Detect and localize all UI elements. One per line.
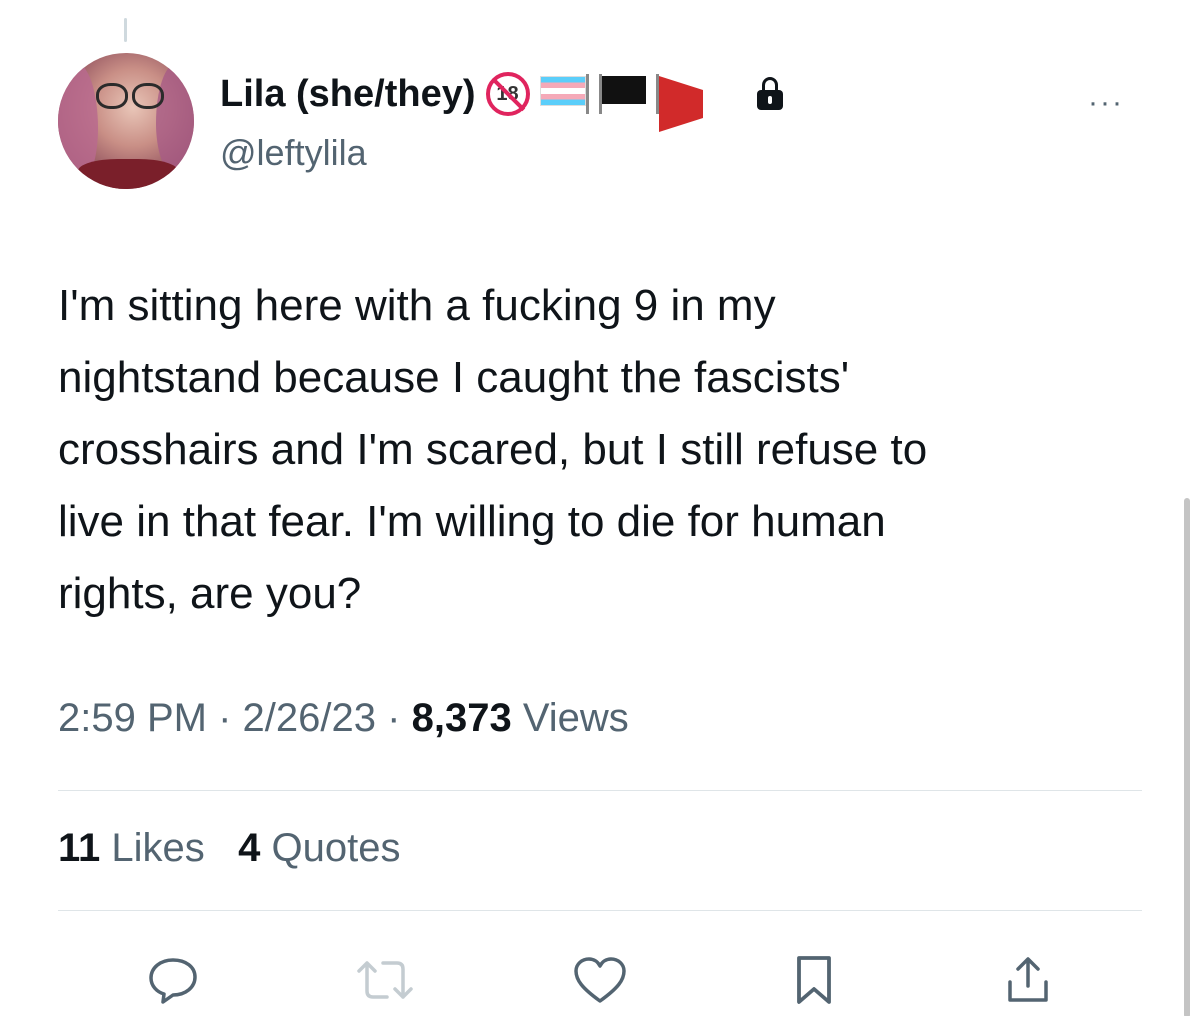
like-icon (574, 957, 626, 1003)
avatar-hair-right (156, 63, 194, 173)
tweet-time[interactable]: 2:59 PM (58, 696, 207, 740)
views-count: 8,373 (411, 696, 512, 740)
divider (58, 790, 1142, 791)
author-name-row[interactable]: Lila (she/they) 18 (220, 72, 783, 132)
likes-stat[interactable]: 11 Likes (58, 826, 216, 870)
retweet-icon (357, 961, 413, 999)
likes-count: 11 (58, 826, 101, 870)
transgender-flag-icon (539, 74, 589, 114)
author-display-name[interactable]: Lila (she/they) (220, 73, 476, 116)
tweet-date[interactable]: 2/26/23 (243, 696, 376, 740)
share-icon (1008, 957, 1048, 1002)
tweet-detail: Lila (she/they) 18 @leftylila ··· I'm si… (0, 0, 1200, 1016)
triangular-red-flag-icon (655, 74, 747, 132)
reply-icon (149, 958, 197, 1004)
thread-connector-line (124, 18, 127, 42)
engagement-stats: 11 Likes 4 Quotes (58, 826, 401, 871)
lock-icon (756, 77, 783, 111)
avatar[interactable] (58, 53, 194, 189)
tweet-metadata: 2:59 PM · 2/26/23 · 8,373 Views (58, 696, 629, 741)
divider (58, 910, 1142, 911)
more-options-icon[interactable]: ··· (1088, 86, 1124, 120)
retweet-button[interactable] (355, 950, 415, 1010)
like-button[interactable] (570, 950, 630, 1010)
quotes-stat[interactable]: 4 Quotes (238, 826, 400, 870)
avatar-glasses-right (132, 83, 164, 109)
views-label: Views (522, 696, 629, 740)
reply-button[interactable] (143, 950, 203, 1010)
scrollbar[interactable] (1184, 498, 1190, 1016)
black-flag-icon (598, 74, 646, 114)
bookmark-icon (797, 956, 831, 1004)
action-bar (0, 950, 1200, 1010)
avatar-glasses-left (96, 83, 128, 109)
bookmark-button[interactable] (784, 950, 844, 1010)
quotes-label: Quotes (271, 826, 401, 870)
meta-separator: · (218, 696, 232, 740)
author-handle[interactable]: @leftylila (220, 132, 367, 174)
meta-separator: · (387, 696, 401, 740)
avatar-shirt (78, 159, 178, 189)
tweet-text: I'm sitting here with a fucking 9 in my … (58, 281, 928, 618)
share-button[interactable] (998, 950, 1058, 1010)
likes-label: Likes (111, 826, 205, 870)
no-18-icon: 18 (485, 72, 530, 116)
no-18-label: 18 (496, 82, 519, 105)
quotes-count: 4 (238, 826, 261, 870)
